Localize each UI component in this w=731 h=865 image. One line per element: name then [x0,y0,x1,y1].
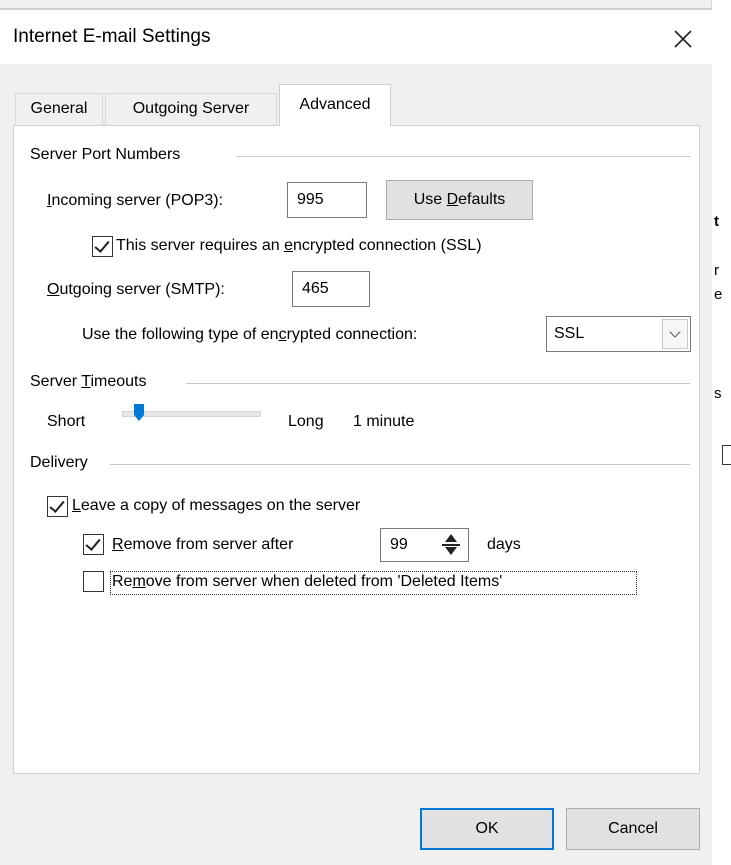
label-text: This server requires an [116,237,285,254]
remove-after-label: Remove from server after [112,536,293,554]
background-window [711,0,731,865]
arrow-down-icon [445,547,457,555]
tab-label: Outgoing Server [132,100,250,117]
advanced-tab-panel [13,125,700,774]
ssl-required-label: This server requires an encrypted connec… [116,237,482,255]
background-window-text: e [714,286,723,303]
close-button[interactable] [668,24,698,54]
delivery-heading: Delivery [30,454,94,472]
label-text: Use the following type of en [82,326,279,343]
section-divider [236,156,690,157]
ok-button[interactable]: OK [420,808,554,850]
dialog-title: Internet E-mail Settings [13,26,211,47]
label-text: eave a copy of messages on the server [80,497,361,514]
slider-thumb-body [133,404,144,415]
select-value: SSL [554,325,585,342]
timeout-long-label: Long [288,413,324,430]
access-key: D [446,191,459,208]
spinner-divider [442,544,460,546]
arrow-up-icon [445,534,457,542]
tab-label: General [30,100,88,117]
remove-after-days-spinner[interactable]: 99 [380,528,469,562]
tab-advanced[interactable]: Advanced [279,84,391,126]
button-text: Use [413,191,447,208]
cancel-button[interactable]: Cancel [566,808,700,850]
chevron-down-icon [669,326,681,338]
screen: t r e s Internet E-mail Settings General… [0,0,731,865]
section-divider [186,383,690,384]
encryption-type-label: Use the following type of encrypted conn… [82,326,417,344]
tab-outgoing-server[interactable]: Outgoing Server [105,93,277,125]
checkmark-icon [49,497,65,513]
checkmark-icon [94,237,110,253]
section-divider [110,464,690,465]
access-key: R [112,536,124,553]
label-text: Server [30,373,82,390]
label-text: ove from server when deleted from 'Delet… [145,573,503,590]
timeout-short-label: Short [47,413,86,430]
input-value: 995 [297,191,324,208]
input-value: 99 [390,536,408,553]
label-text: ncrypted connection (SSL) [292,237,482,254]
label-text: imeouts [90,373,147,390]
background-window-checkbox [722,445,731,465]
incoming-server-label: Incoming server (POP3): [47,192,223,210]
tab-general[interactable]: General [15,93,103,125]
access-key: c [278,326,287,343]
button-text: efaults [458,191,506,208]
timeout-value-label: 1 minute [353,413,415,430]
label-text: ncoming server (POP3): [51,192,224,209]
background-window-text: s [714,385,722,402]
label-text: emove from server after [123,536,294,553]
background-window-text: r [714,262,719,279]
slider-thumb-tip [133,415,144,421]
access-key: O [47,281,60,298]
leave-copy-label: Leave a copy of messages on the server [72,497,360,515]
server-timeouts-heading: Server Timeouts [30,373,153,391]
access-key: L [72,497,81,514]
encryption-type-select[interactable]: SSL [546,316,691,352]
button-text: OK [475,820,499,837]
checkmark-icon [85,535,101,551]
background-window-text: t [714,213,719,230]
outgoing-server-label: Outgoing server (SMTP): [47,281,225,299]
label-text: rypted connection: [286,326,418,343]
remove-after-checkbox[interactable] [83,534,104,555]
spinner-arrows[interactable] [439,530,463,560]
tab-label: Advanced [299,96,371,113]
close-icon [674,30,692,48]
input-value: 465 [302,280,329,297]
label-text: Re [112,573,133,590]
button-text: Cancel [608,820,658,837]
remove-when-deleted-checkbox[interactable] [83,571,104,592]
dropdown-button[interactable] [662,319,688,349]
outgoing-port-input[interactable]: 465 [292,271,370,307]
label-text: utgoing server (SMTP): [59,281,225,298]
leave-copy-checkbox[interactable] [47,496,68,517]
use-defaults-button[interactable]: Use Defaults [386,180,533,220]
access-key: m [132,573,146,590]
timeout-slider-thumb[interactable] [133,404,144,422]
access-key: e [284,237,293,254]
remove-when-deleted-label: Remove from server when deleted from 'De… [112,573,502,591]
ssl-required-checkbox[interactable] [92,236,113,257]
days-label: days [487,536,521,553]
server-port-numbers-heading: Server Port Numbers [30,146,187,164]
incoming-port-input[interactable]: 995 [287,182,367,218]
